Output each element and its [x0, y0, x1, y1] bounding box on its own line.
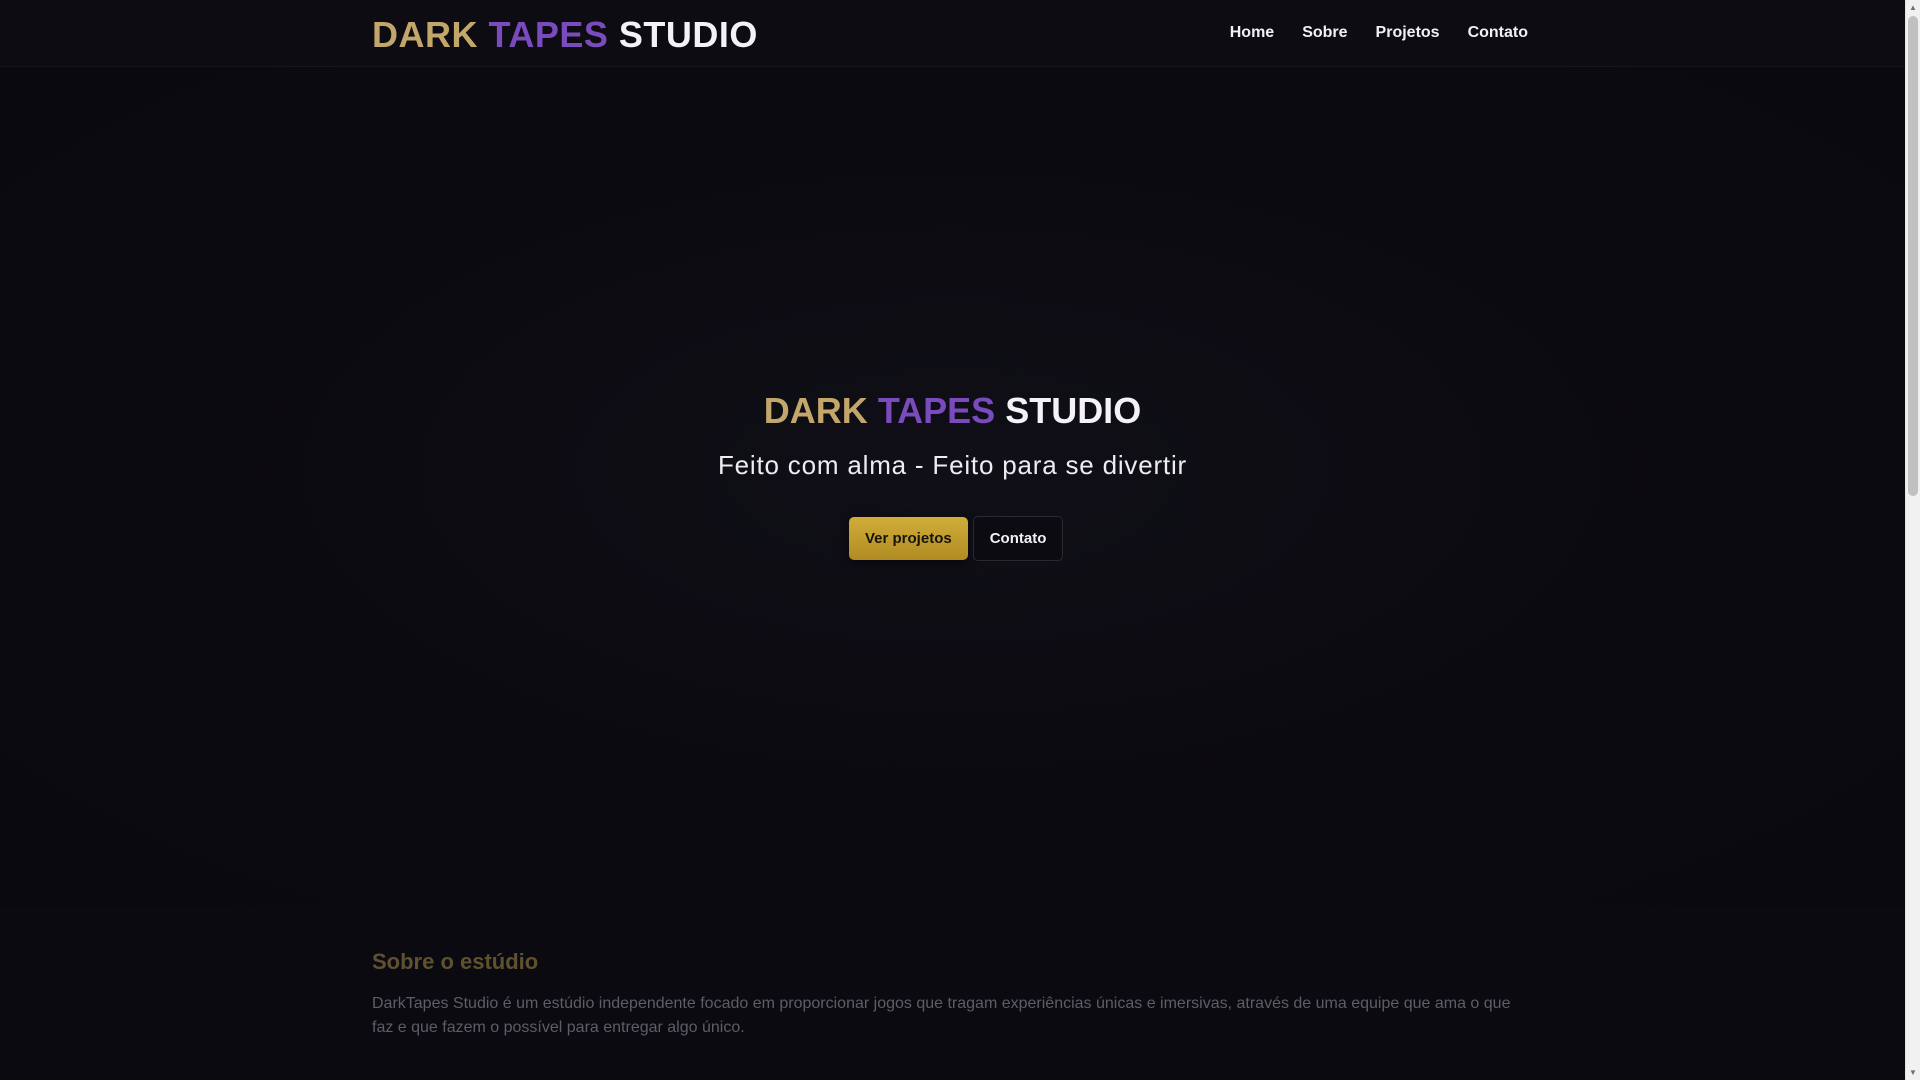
hero-buttons: Ver projetos Contato [849, 516, 1064, 561]
scroll-down-arrow-icon[interactable]: ▼ [1906, 1065, 1920, 1080]
hero-title-studio: STUDIO [1005, 390, 1142, 431]
logo-word-studio: STUDIO [618, 14, 758, 55]
logo-word-tapes: TAPES [488, 14, 609, 55]
logo-word-dark: DARK [372, 14, 478, 55]
nav-link-home[interactable]: Home [1230, 24, 1274, 42]
nav-link-sobre[interactable]: Sobre [1302, 24, 1347, 42]
view-projects-button[interactable]: Ver projetos [849, 517, 968, 560]
about-title: Sobre o estúdio [372, 949, 539, 974]
hero-section: DARK TAPES STUDIO Feito com alma - Feito… [0, 68, 1905, 908]
site-header: DARK TAPES STUDIO Home Sobre Projetos Co… [0, 0, 1905, 67]
contact-button[interactable]: Contato [972, 516, 1064, 561]
page-scrollbar[interactable]: ▲ ▼ [1905, 0, 1920, 1080]
nav-link-projetos[interactable]: Projetos [1376, 24, 1440, 42]
about-text: DarkTapes Studio é um estúdio independen… [372, 995, 1511, 1036]
hero-subtitle: Feito com alma - Feito para se divertir [717, 450, 1187, 480]
hero-title-dark: DARK [763, 390, 868, 431]
page: DARK TAPES STUDIO Home Sobre Projetos Co… [0, 0, 1905, 1080]
hero-title-tapes: TAPES [877, 390, 996, 431]
scroll-thumb[interactable] [1908, 16, 1918, 496]
scroll-up-arrow-icon[interactable]: ▲ [1906, 0, 1920, 15]
site-logo[interactable]: DARK TAPES STUDIO [372, 14, 758, 56]
nav-link-contato[interactable]: Contato [1468, 24, 1528, 42]
hero-title: DARK TAPES STUDIO [0, 390, 1905, 432]
main-nav: Home Sobre Projetos Contato [1230, 24, 1528, 42]
